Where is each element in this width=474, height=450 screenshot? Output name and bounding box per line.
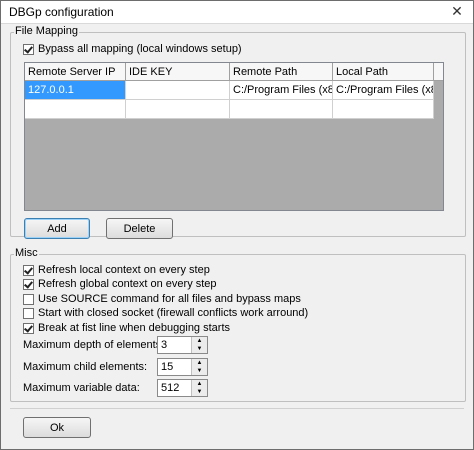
checkbox-box[interactable]: [23, 322, 34, 334]
column-header-filler: [434, 63, 443, 81]
table-cell[interactable]: [126, 100, 230, 119]
bypass-mapping-label: Bypass all mapping (local windows setup): [38, 43, 242, 55]
spin-buttons: ▲ ▼: [191, 359, 207, 375]
column-header-ide-key[interactable]: IDE KEY: [126, 63, 230, 81]
table-cell[interactable]: C:/Program Files (x86)/: [333, 81, 434, 100]
spin-down-icon[interactable]: ▼: [192, 345, 207, 353]
use-source-label: Use SOURCE command for all files and byp…: [38, 293, 301, 305]
max-data-value[interactable]: 512: [161, 382, 179, 394]
closed-socket-label: Start with closed socket (firewall confl…: [38, 307, 309, 319]
spin-down-icon[interactable]: ▼: [192, 388, 207, 396]
table-cell[interactable]: [333, 100, 434, 119]
max-depth-label: Maximum depth of elements:: [23, 339, 165, 351]
checkbox-box[interactable]: [23, 278, 34, 290]
ok-button[interactable]: Ok: [23, 417, 91, 438]
break-first-line-label: Break at fist line when debugging starts: [38, 322, 231, 334]
spin-down-icon[interactable]: ▼: [192, 367, 207, 375]
closed-socket-checkbox[interactable]: Start with closed socket (firewall confl…: [23, 306, 308, 320]
checkbox-box[interactable]: [23, 293, 34, 305]
add-button[interactable]: Add: [24, 218, 90, 239]
checkbox-box[interactable]: [23, 307, 34, 319]
column-header-local-path[interactable]: Local Path: [333, 63, 434, 81]
close-icon[interactable]: ✕: [442, 1, 472, 21]
table-cell[interactable]: [126, 81, 230, 100]
column-header-remote-ip[interactable]: Remote Server IP: [25, 63, 126, 81]
max-child-value[interactable]: 15: [161, 361, 173, 373]
table-cell[interactable]: 127.0.0.1: [25, 81, 126, 100]
break-first-line-checkbox[interactable]: Break at fist line when debugging starts: [23, 321, 230, 335]
spin-buttons: ▲ ▼: [191, 380, 207, 396]
dbgp-config-window: DBGp configuration ✕ File Mapping Bypass…: [0, 0, 474, 450]
refresh-local-label: Refresh local context on every step: [38, 264, 210, 276]
table-cell[interactable]: C:/Program Files (x86)/: [230, 81, 333, 100]
window-title: DBGp configuration: [9, 5, 114, 19]
refresh-global-label: Refresh global context on every step: [38, 278, 217, 290]
mapping-table[interactable]: Remote Server IP IDE KEY Remote Path Loc…: [24, 62, 444, 211]
max-data-label: Maximum variable data:: [23, 382, 140, 394]
max-child-label: Maximum child elements:: [23, 361, 148, 373]
title-bar[interactable]: DBGp configuration ✕: [1, 1, 473, 24]
refresh-global-checkbox[interactable]: Refresh global context on every step: [23, 277, 217, 291]
table-cell[interactable]: [25, 100, 126, 119]
use-source-checkbox[interactable]: Use SOURCE command for all files and byp…: [23, 292, 301, 306]
table-cell[interactable]: [230, 100, 333, 119]
checkbox-box[interactable]: [23, 264, 34, 276]
bypass-mapping-checkbox[interactable]: Bypass all mapping (local windows setup): [23, 42, 242, 56]
max-depth-stepper[interactable]: 3 ▲ ▼: [157, 336, 208, 354]
spin-buttons: ▲ ▼: [191, 337, 207, 353]
delete-button[interactable]: Delete: [106, 218, 173, 239]
checkbox-box[interactable]: [23, 43, 34, 55]
refresh-local-checkbox[interactable]: Refresh local context on every step: [23, 263, 210, 277]
max-depth-value[interactable]: 3: [161, 339, 167, 351]
misc-label: Misc: [14, 247, 39, 259]
footer-divider: [10, 408, 464, 409]
max-data-stepper[interactable]: 512 ▲ ▼: [157, 379, 208, 397]
file-mapping-label: File Mapping: [14, 25, 79, 37]
column-header-remote-path[interactable]: Remote Path: [230, 63, 333, 81]
max-child-stepper[interactable]: 15 ▲ ▼: [157, 358, 208, 376]
